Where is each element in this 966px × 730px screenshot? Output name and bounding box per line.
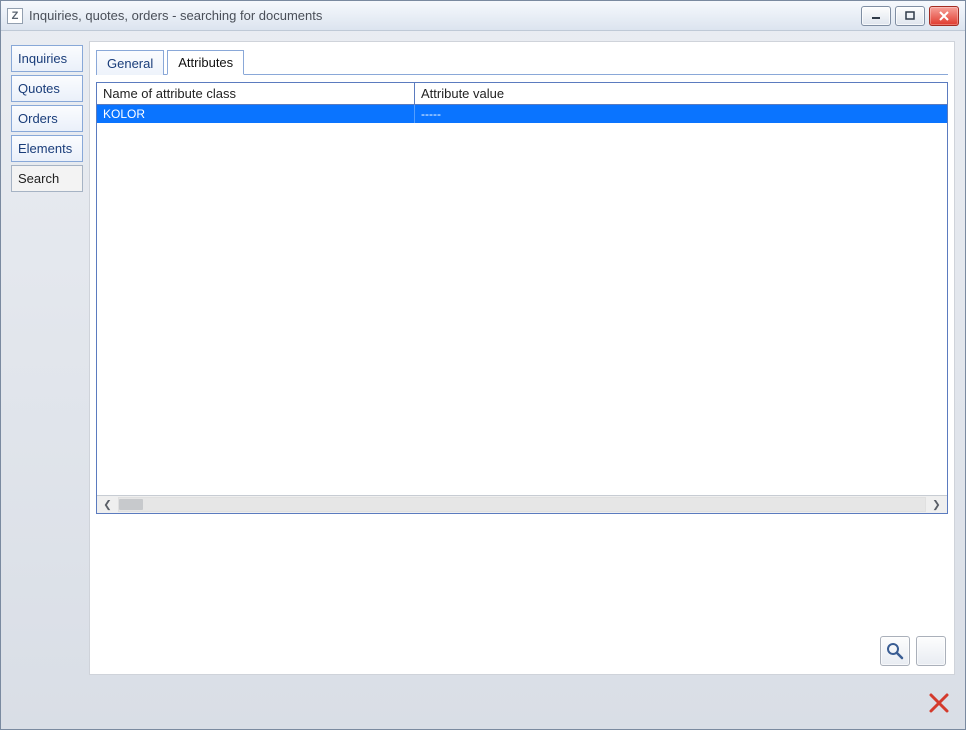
cell-attribute-name: KOLOR (97, 105, 415, 123)
side-tab-inquiries[interactable]: Inquiries (11, 45, 83, 72)
column-header-value[interactable]: Attribute value (415, 83, 947, 104)
window-controls (861, 6, 959, 26)
chevron-right-icon: ❯ (932, 497, 940, 513)
grid-header: Name of attribute class Attribute value (97, 83, 947, 105)
body-area: Inquiries Quotes Orders Elements Search … (11, 41, 955, 675)
side-tab-search[interactable]: Search (11, 165, 83, 192)
horizontal-scrollbar[interactable]: ❮ ❯ (97, 495, 947, 513)
dialog-close-button[interactable] (925, 689, 953, 717)
magnifier-icon (885, 641, 905, 661)
side-tab-orders[interactable]: Orders (11, 105, 83, 132)
side-tab-quotes[interactable]: Quotes (11, 75, 83, 102)
minimize-icon (870, 11, 882, 21)
tab-general[interactable]: General (96, 50, 164, 75)
tab-attributes[interactable]: Attributes (167, 50, 244, 75)
top-tabs-row: General Attributes (96, 48, 948, 75)
scroll-thumb[interactable] (119, 499, 143, 510)
side-tabs: Inquiries Quotes Orders Elements Search (11, 41, 83, 675)
window-title: Inquiries, quotes, orders - searching fo… (29, 8, 861, 23)
scroll-track[interactable] (118, 497, 926, 512)
maximize-icon (904, 11, 916, 21)
side-tab-elements[interactable]: Elements (11, 135, 83, 162)
close-x-icon (928, 692, 950, 714)
table-row[interactable]: KOLOR ----- (97, 105, 947, 123)
maximize-button[interactable] (895, 6, 925, 26)
close-button[interactable] (929, 6, 959, 26)
search-action-button[interactable] (880, 636, 910, 666)
grid-body[interactable]: KOLOR ----- (97, 105, 947, 495)
titlebar: Z Inquiries, quotes, orders - searching … (1, 1, 965, 31)
app-icon: Z (7, 8, 23, 24)
attribute-grid: Name of attribute class Attribute value … (96, 82, 948, 514)
window-root: Z Inquiries, quotes, orders - searching … (0, 0, 966, 730)
content-panel: General Attributes Name of attribute cla… (89, 41, 955, 675)
secondary-action-button[interactable] (916, 636, 946, 666)
panel-toolbar (880, 636, 946, 666)
close-icon (938, 11, 950, 21)
cell-attribute-value: ----- (415, 105, 947, 123)
column-header-name[interactable]: Name of attribute class (97, 83, 415, 104)
scroll-left-button[interactable]: ❮ (99, 497, 116, 512)
chevron-left-icon: ❮ (103, 497, 111, 513)
minimize-button[interactable] (861, 6, 891, 26)
scroll-right-button[interactable]: ❯ (928, 497, 945, 512)
